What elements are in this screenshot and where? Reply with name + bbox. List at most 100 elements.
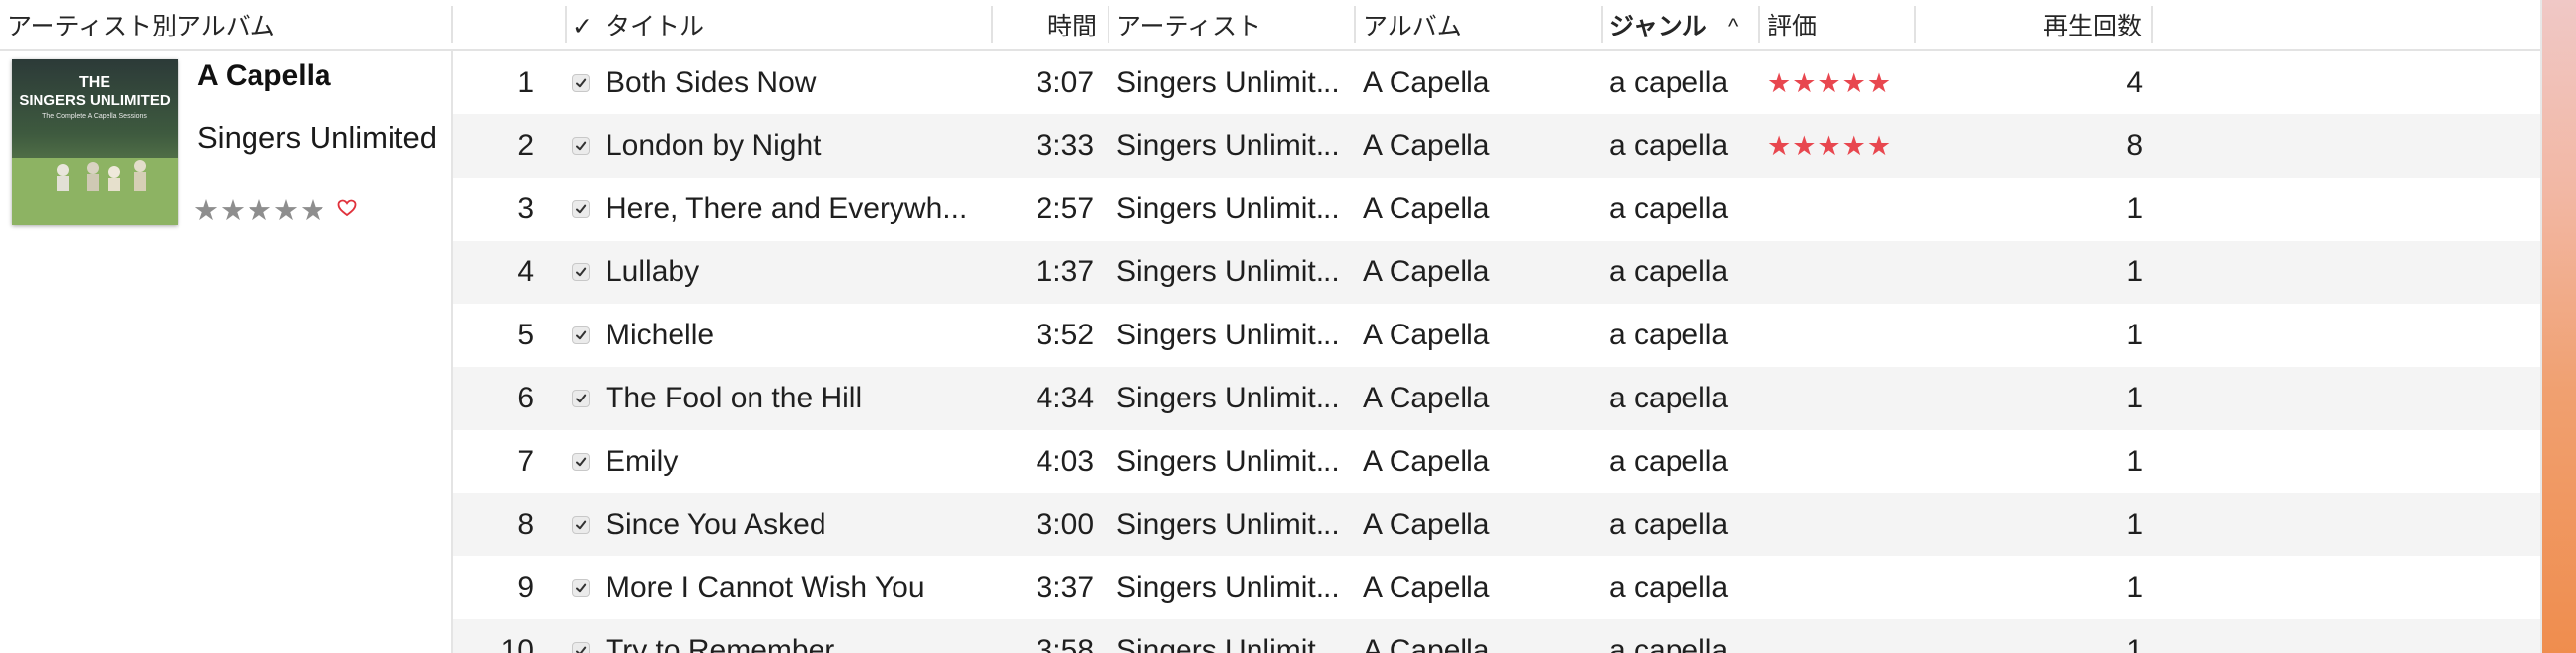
track-row[interactable]: 9 More I Cannot Wish You 3:37 Singers Unlim… [453,556,2540,619]
track-play-count: 1 [2126,571,2143,604]
album-rating-stars[interactable]: ★★★★★ [193,193,326,228]
column-divider[interactable] [991,6,993,43]
column-divider[interactable] [1354,6,1356,43]
track-time: 4:34 [1036,382,1094,414]
track-number: 10 [500,634,534,653]
track-album: A Capella [1363,66,1490,99]
track-artist: Singers Unlimit... [1116,445,1340,477]
album-art-title-line1: THE [79,74,110,91]
track-album: A Capella [1363,319,1490,351]
column-header-genre[interactable]: ジャンル [1610,0,1738,49]
track-enabled-checkbox[interactable] [572,453,590,471]
track-enabled-checkbox[interactable] [572,74,590,92]
track-rating-stars[interactable]: ★★★★★ [1767,114,1892,178]
track-row[interactable]: 7 Emily 4:03 Singers Unlimit... A Capella a c… [453,430,2540,493]
sort-ascending-icon: ^ [1728,14,1739,38]
track-album: A Capella [1363,445,1490,477]
track-play-count: 1 [2126,445,2143,477]
track-title: Emily [606,445,679,477]
track-row[interactable]: 4 Lullaby 1:37 Singers Unlimit... A Capella a… [453,241,2540,304]
column-divider[interactable] [1758,6,1760,43]
track-genre: a capella [1610,255,1729,288]
track-time: 3:00 [1036,508,1094,541]
track-artist: Singers Unlimit... [1116,382,1340,414]
track-row[interactable]: 8 Since You Asked 3:00 Singers Unlimit... A … [453,493,2540,556]
column-header-plays[interactable]: 再生回数 [1923,0,2142,49]
track-title: Since You Asked [606,508,826,541]
track-genre: a capella [1610,66,1729,99]
track-album: A Capella [1363,255,1490,288]
track-play-count: 1 [2126,634,2143,653]
track-album: A Capella [1363,192,1490,225]
track-artist: Singers Unlimit... [1116,634,1340,653]
track-row[interactable]: 2 London by Night 3:33 Singers Unlimit... A … [453,114,2540,178]
track-artist: Singers Unlimit... [1116,508,1340,541]
column-header-time[interactable]: 時間 [996,0,1097,49]
track-time: 1:37 [1036,255,1094,288]
track-time: 4:03 [1036,445,1094,477]
track-enabled-checkbox[interactable] [572,642,590,653]
scrollbar-track[interactable] [2540,0,2542,653]
album-artwork[interactable]: THE SINGERS UNLIMITED The Complete A Cap… [12,59,178,225]
column-header-album-by-artist[interactable]: アーティスト別アルバム [7,0,441,49]
track-album: A Capella [1363,634,1490,653]
track-play-count: 4 [2126,66,2143,99]
track-artist: Singers Unlimit... [1116,255,1340,288]
track-time: 3:33 [1036,129,1094,162]
track-play-count: 8 [2126,129,2143,162]
track-number: 9 [517,571,534,604]
track-title: Lullaby [606,255,700,288]
track-title: Here, There and Everywh... [606,192,967,225]
track-time: 3:07 [1036,66,1094,99]
track-artist: Singers Unlimit... [1116,192,1340,225]
track-rating-stars[interactable]: ★★★★★ [1767,51,1892,114]
love-heart-icon[interactable] [337,199,357,217]
column-divider[interactable] [2151,6,2153,43]
column-divider[interactable] [451,6,453,43]
music-window: アーティスト別アルバム ✓ タイトル 時間 アーティスト アルバム ジャンル ^… [0,0,2540,653]
column-divider[interactable] [1914,6,1916,43]
track-enabled-checkbox[interactable] [572,263,590,281]
track-play-count: 1 [2126,508,2143,541]
album-art-subtitle: The Complete A Capella Sessions [42,113,147,120]
column-divider[interactable] [1601,6,1603,43]
track-genre: a capella [1610,571,1729,604]
track-album: A Capella [1363,571,1490,604]
track-row[interactable]: 10 Try to Remember 3:58 Singers Unlimit... A… [453,619,2540,653]
track-album: A Capella [1363,129,1490,162]
track-time: 3:52 [1036,319,1094,351]
track-enabled-checkbox[interactable] [572,137,590,155]
track-number: 2 [517,129,534,162]
track-row[interactable]: 5 Michelle 3:52 Singers Unlimit... A Capella… [453,304,2540,367]
track-genre: a capella [1610,634,1729,653]
column-header-check[interactable]: ✓ [572,0,596,49]
track-row[interactable]: 3 Here, There and Everywh... 2:57 Singers U… [453,178,2540,241]
track-genre: a capella [1610,508,1729,541]
album-title: A Capella [197,59,331,92]
column-header-title[interactable]: タイトル [606,0,980,49]
track-enabled-checkbox[interactable] [572,579,590,597]
track-genre: a capella [1610,445,1729,477]
column-divider[interactable] [1108,6,1109,43]
track-album: A Capella [1363,508,1490,541]
column-divider[interactable] [565,6,567,43]
track-enabled-checkbox[interactable] [572,390,590,407]
track-enabled-checkbox[interactable] [572,200,590,218]
track-play-count: 1 [2126,382,2143,414]
track-genre: a capella [1610,319,1729,351]
column-header-artist[interactable]: アーティスト [1116,0,1353,49]
track-enabled-checkbox[interactable] [572,516,590,534]
album-art-title-line2: SINGERS UNLIMITED [19,92,171,109]
track-row[interactable]: 6 The Fool on the Hill 4:34 Singers Unlimit… [453,367,2540,430]
track-number: 3 [517,192,534,225]
track-genre: a capella [1610,382,1729,414]
track-title: Try to Remember [606,634,835,653]
track-play-count: 1 [2126,192,2143,225]
track-time: 3:58 [1036,634,1094,653]
column-header-album[interactable]: アルバム [1363,0,1600,49]
column-header-rating[interactable]: 評価 [1767,0,1915,49]
track-time: 2:57 [1036,192,1094,225]
album-artist[interactable]: Singers Unlimited [197,120,437,156]
track-enabled-checkbox[interactable] [572,326,590,344]
track-row[interactable]: 1 Both Sides Now 3:07 Singers Unlimit... A C… [453,51,2540,114]
